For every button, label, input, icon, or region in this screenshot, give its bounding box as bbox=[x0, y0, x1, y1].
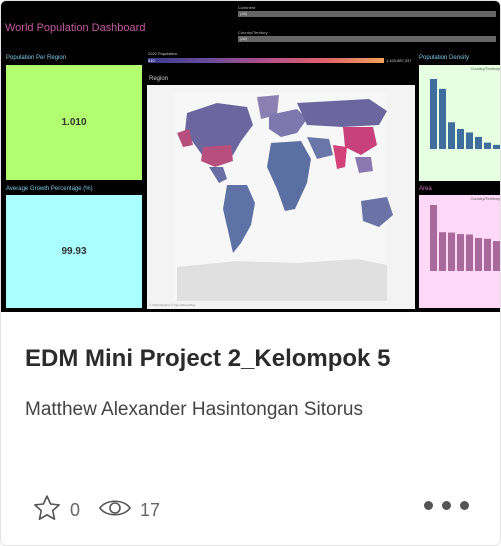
card-info: EDM Mini Project 2_Kelompok 5 Matthew Al… bbox=[1, 312, 500, 545]
bar bbox=[439, 88, 446, 149]
density-chart: Country/Territory bbox=[419, 65, 500, 181]
area-chart: Country/Territory bbox=[419, 195, 500, 308]
map-attribution: © 2024 Mapbox © OpenStreetMap bbox=[149, 303, 196, 307]
more-dot-icon bbox=[460, 501, 469, 510]
more-dot-icon bbox=[424, 501, 433, 510]
bar bbox=[475, 136, 482, 149]
card-stats: 0 17 bbox=[32, 493, 178, 528]
bar bbox=[448, 232, 455, 271]
density-legend: Country/Territory bbox=[470, 66, 500, 71]
workbook-card[interactable]: World Population Dashboard Continent (Al… bbox=[0, 0, 501, 546]
density-chart-svg bbox=[430, 79, 500, 149]
favorite-count: 0 bbox=[70, 500, 81, 520]
bar bbox=[466, 234, 473, 271]
bar bbox=[484, 142, 491, 149]
population-legend-label: 2022 Population bbox=[148, 51, 177, 56]
bar bbox=[430, 205, 437, 271]
country-filter-label: Country/Territory bbox=[238, 30, 268, 35]
view-count: 17 bbox=[140, 500, 161, 520]
more-dot-icon bbox=[442, 501, 451, 510]
continent-filter: (All) bbox=[238, 11, 496, 17]
bar bbox=[493, 241, 500, 271]
area-label: Area bbox=[419, 186, 432, 192]
bar bbox=[466, 132, 473, 149]
continent-filter-label: Continent bbox=[238, 5, 256, 10]
bar bbox=[457, 128, 464, 149]
average-growth-label: Average Growth Percentage (%) bbox=[6, 186, 93, 192]
average-growth-kpi: 99.93 bbox=[6, 195, 142, 308]
bar bbox=[484, 238, 491, 271]
bar bbox=[439, 232, 446, 271]
star-icon[interactable] bbox=[32, 493, 62, 528]
population-max: 1,425,887,337 bbox=[386, 58, 412, 63]
dashboard-thumbnail[interactable]: World Population Dashboard Continent (Al… bbox=[1, 1, 500, 312]
density-label: Population Density bbox=[419, 55, 470, 61]
area-chart-svg bbox=[430, 205, 500, 271]
eye-icon bbox=[98, 496, 132, 525]
population-per-region-kpi: 1.010 bbox=[6, 65, 142, 180]
bar bbox=[448, 122, 455, 149]
world-map: © 2024 Mapbox © OpenStreetMap bbox=[147, 85, 415, 309]
population-per-region-label: Population Per Region bbox=[6, 55, 67, 61]
region-label: Region bbox=[149, 76, 169, 82]
country-filter: (All) bbox=[238, 36, 496, 42]
area-legend: Country/Territory bbox=[470, 196, 500, 201]
bar bbox=[475, 238, 482, 271]
dashboard-title: World Population Dashboard bbox=[5, 22, 146, 34]
bar bbox=[430, 79, 437, 149]
more-options-button[interactable] bbox=[424, 501, 469, 510]
bar bbox=[457, 234, 464, 271]
workbook-title[interactable]: EDM Mini Project 2_Kelompok 5 bbox=[25, 345, 390, 373]
bar bbox=[493, 144, 500, 149]
population-min: 510 bbox=[148, 58, 155, 63]
population-color-scale bbox=[148, 58, 384, 63]
author-name[interactable]: Matthew Alexander Hasintongan Sitorus bbox=[25, 399, 363, 421]
